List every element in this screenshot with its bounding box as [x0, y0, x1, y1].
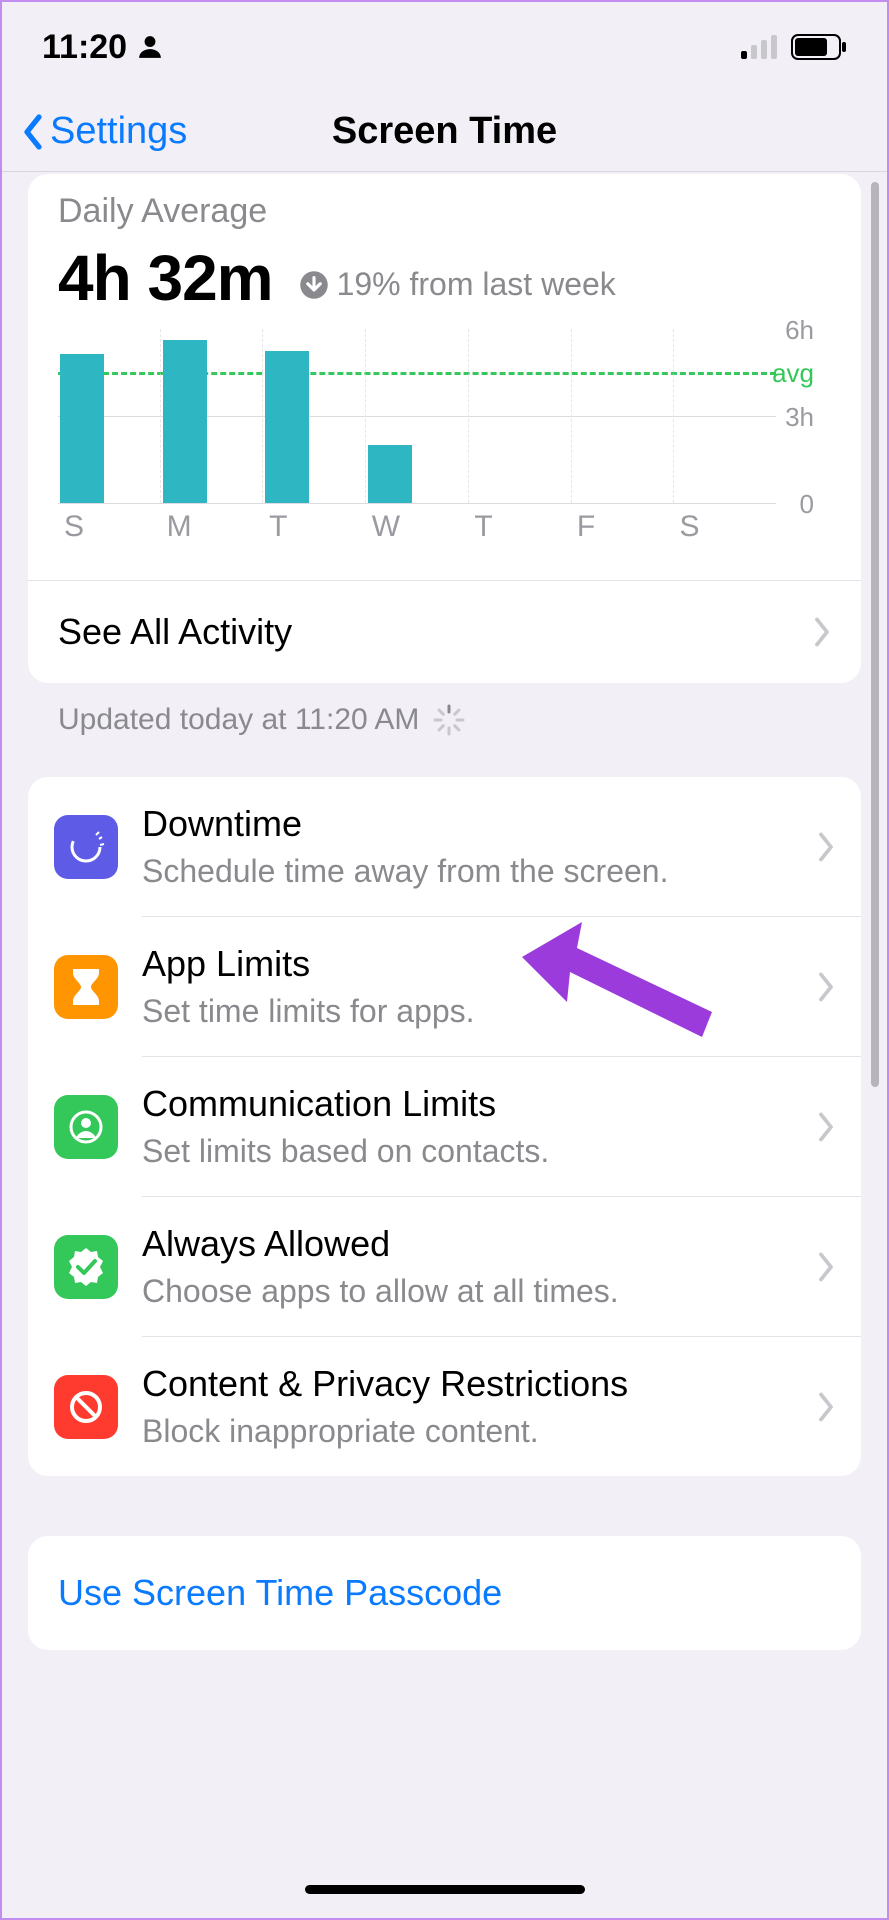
chart-x-tick: W [366, 510, 469, 544]
hourglass-icon [54, 955, 118, 1019]
chart-x-tick: M [161, 510, 264, 544]
cellular-icon [741, 35, 781, 59]
chart-x-tick: T [263, 510, 366, 544]
checkmark-seal-icon [54, 1235, 118, 1299]
row-subtitle: Block inappropriate content. [142, 1413, 793, 1450]
scroll-indicator [871, 182, 879, 1087]
delta-text: 19% from last week [337, 266, 616, 303]
use-passcode-label: Use Screen Time Passcode [58, 1572, 502, 1613]
see-all-label: See All Activity [58, 611, 292, 653]
row-title: Communication Limits [142, 1083, 793, 1125]
chart-x-tick: F [571, 510, 674, 544]
row-subtitle: Set limits based on contacts. [142, 1133, 793, 1170]
row-app-limits[interactable]: App Limits Set time limits for apps. [28, 917, 861, 1056]
row-always-allowed[interactable]: Always Allowed Choose apps to allow at al… [28, 1197, 861, 1336]
row-title: App Limits [142, 943, 793, 985]
updated-row: Updated today at 11:20 AM [2, 683, 887, 777]
chart-y-tick: 6h [785, 315, 814, 346]
nav-bar: Settings Screen Time [2, 92, 887, 172]
chart-y-tick: 3h [785, 402, 814, 433]
chevron-right-icon [817, 832, 835, 862]
daily-average-value: 4h 32m [58, 241, 273, 315]
daily-average-label: Daily Average [58, 192, 831, 231]
chevron-right-icon [817, 1252, 835, 1282]
chart-x-tick: S [58, 510, 161, 544]
chart-x-tick: S [673, 510, 776, 544]
chart-y-tick: 0 [800, 489, 814, 520]
row-title: Downtime [142, 803, 793, 845]
chart-y-tick: avg [772, 358, 814, 389]
usage-chart[interactable]: 6havg3h0 SMTWTFS [28, 315, 861, 544]
status-bar: 11:20 [2, 2, 887, 92]
summary-card: Daily Average 4h 32m 19% from last week … [28, 174, 861, 683]
chevron-right-icon [813, 617, 831, 647]
chevron-right-icon [817, 972, 835, 1002]
back-label: Settings [50, 110, 187, 153]
updated-text: Updated today at 11:20 AM [58, 703, 419, 737]
person-circle-icon [54, 1095, 118, 1159]
chevron-left-icon [22, 114, 44, 150]
row-content-privacy[interactable]: Content & Privacy Restrictions Block inap… [28, 1337, 861, 1476]
chart-x-tick: T [468, 510, 571, 544]
arrow-down-circle-icon [299, 270, 329, 300]
back-button[interactable]: Settings [22, 110, 187, 153]
settings-list: Downtime Schedule time away from the scre… [28, 777, 861, 1476]
row-title: Always Allowed [142, 1223, 793, 1265]
clock-icon [54, 815, 118, 879]
chevron-right-icon [817, 1392, 835, 1422]
chevron-right-icon [817, 1112, 835, 1142]
chart-bar [60, 354, 104, 503]
row-communication-limits[interactable]: Communication Limits Set limits based on … [28, 1057, 861, 1196]
chart-bar [265, 351, 309, 503]
home-indicator [305, 1885, 585, 1894]
no-entry-icon [54, 1375, 118, 1439]
row-subtitle: Set time limits for apps. [142, 993, 793, 1030]
see-all-activity[interactable]: See All Activity [28, 581, 861, 683]
delta-row: 19% from last week [299, 266, 616, 303]
person-icon [137, 34, 163, 60]
battery-icon [791, 34, 847, 60]
status-time: 11:20 [42, 28, 127, 67]
chart-bar [163, 340, 207, 503]
use-passcode-button[interactable]: Use Screen Time Passcode [28, 1536, 861, 1650]
row-subtitle: Choose apps to allow at all times. [142, 1273, 793, 1310]
chart-bar [368, 445, 412, 503]
row-downtime[interactable]: Downtime Schedule time away from the scre… [28, 777, 861, 916]
row-title: Content & Privacy Restrictions [142, 1363, 793, 1405]
spinner-icon [433, 704, 465, 736]
row-subtitle: Schedule time away from the screen. [142, 853, 793, 890]
